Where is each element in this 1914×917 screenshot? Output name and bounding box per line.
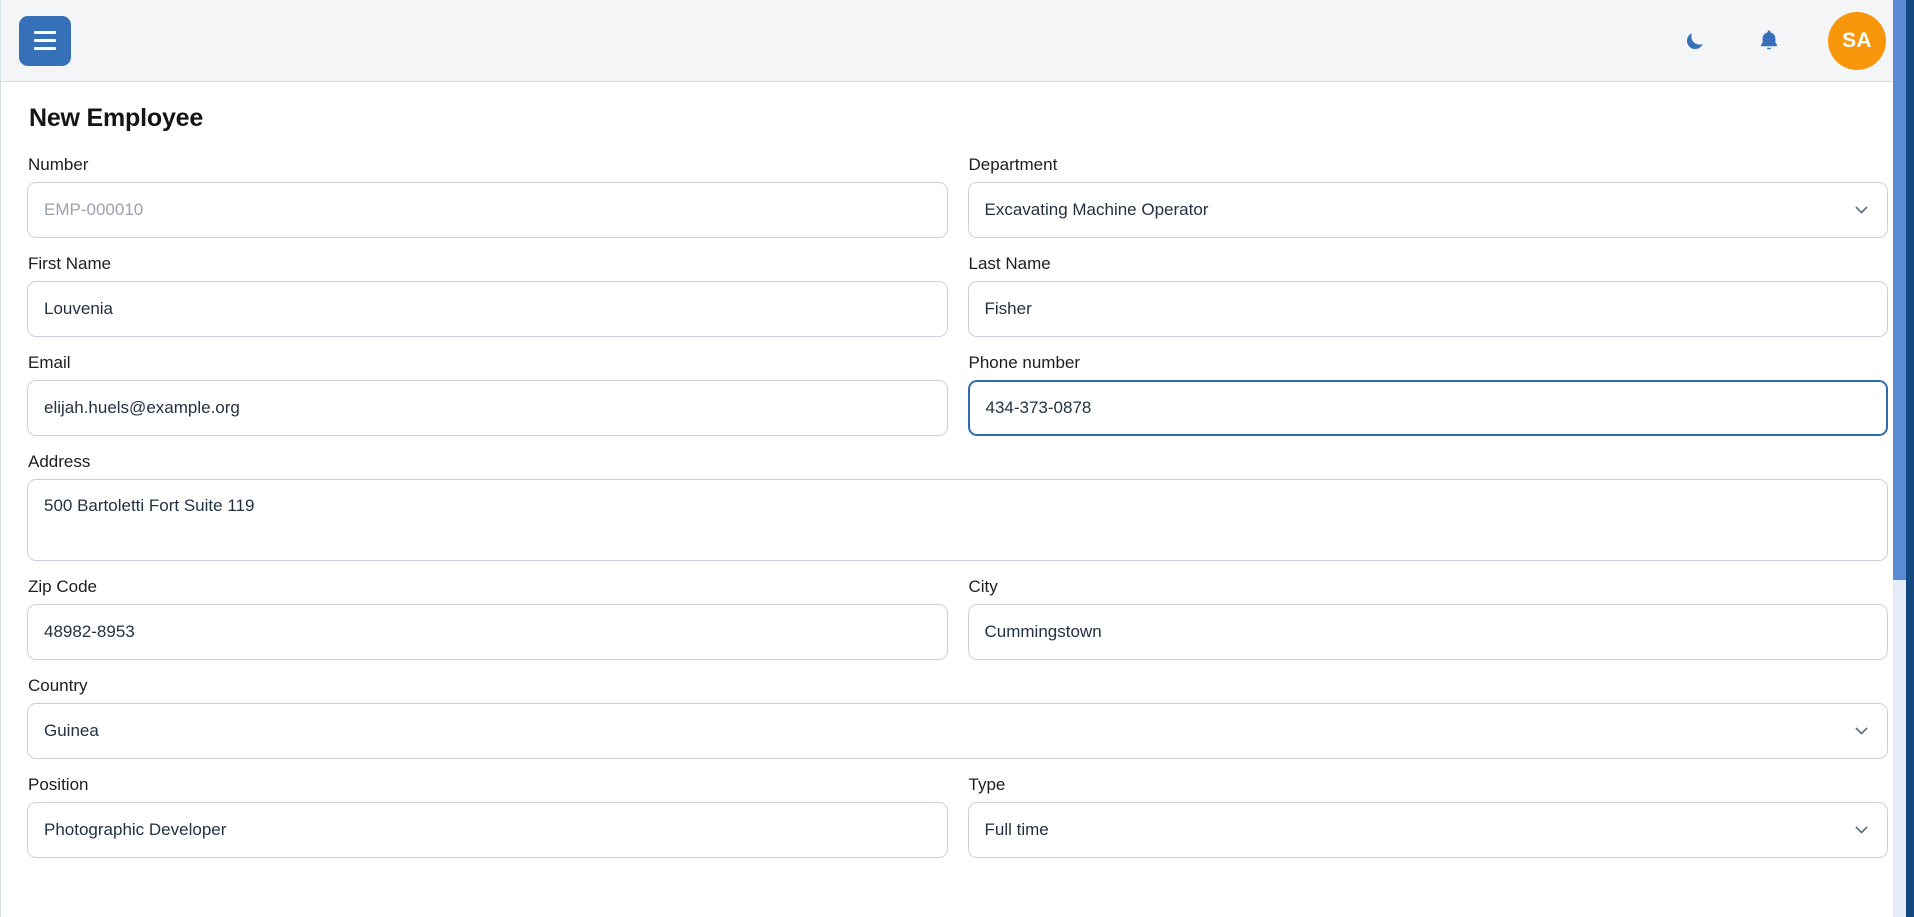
hamburger-menu-button[interactable]	[19, 16, 71, 66]
label-department: Department	[969, 155, 1889, 175]
field-address: Address 500 Bartoletti Fort Suite 119	[27, 452, 1888, 561]
control-wrap-address: 500 Bartoletti Fort Suite 119	[27, 479, 1888, 561]
hamburger-bar	[34, 47, 56, 50]
theme-toggle-button[interactable]	[1680, 26, 1710, 56]
employee-form: Number EMP-000010 Department Excavating Mac…	[27, 155, 1888, 874]
select-country[interactable]: Guinea	[27, 703, 1888, 759]
label-last-name: Last Name	[969, 254, 1889, 274]
label-number: Number	[28, 155, 948, 175]
control-wrap-first-name: Louvenia	[27, 281, 948, 337]
input-number[interactable]: EMP-000010	[27, 182, 948, 238]
field-last-name: Last Name Fisher	[968, 254, 1889, 337]
control-wrap-number: EMP-000010	[27, 182, 948, 238]
field-type: Type Full time	[968, 775, 1889, 858]
window-right-edge	[1906, 0, 1914, 917]
page-content: New Employee Number EMP-000010 Department E…	[1, 82, 1914, 874]
label-phone-number: Phone number	[969, 353, 1889, 373]
field-city: City Cummingstown	[968, 577, 1889, 660]
field-phone-number: Phone number 434-373-0878	[968, 353, 1889, 436]
control-wrap-position: Photographic Developer	[27, 802, 948, 858]
field-position: Position Photographic Developer	[27, 775, 948, 858]
field-zip-code: Zip Code 48982-8953	[27, 577, 948, 660]
input-position[interactable]: Photographic Developer	[27, 802, 948, 858]
control-wrap-type: Full time	[968, 802, 1889, 858]
control-wrap-zip-code: 48982-8953	[27, 604, 948, 660]
page-title: New Employee	[29, 104, 1888, 133]
label-first-name: First Name	[28, 254, 948, 274]
label-country: Country	[28, 676, 1888, 696]
label-zip-code: Zip Code	[28, 577, 948, 597]
select-type[interactable]: Full time	[968, 802, 1889, 858]
avatar-initials: SA	[1842, 29, 1872, 53]
app-window: SA New Employee Number EMP-000010 Departme…	[0, 0, 1914, 917]
input-email[interactable]: elijah.huels@example.org	[27, 380, 948, 436]
control-wrap-department: Excavating Machine Operator	[968, 182, 1889, 238]
control-wrap-phone-number: 434-373-0878	[968, 380, 1889, 436]
select-department[interactable]: Excavating Machine Operator	[968, 182, 1889, 238]
top-bar-actions: SA	[1680, 12, 1886, 70]
hamburger-bar	[34, 39, 56, 42]
label-position: Position	[28, 775, 948, 795]
hamburger-bar	[34, 31, 56, 34]
notifications-button[interactable]	[1754, 26, 1784, 56]
input-phone-number[interactable]: 434-373-0878	[968, 380, 1889, 436]
label-address: Address	[28, 452, 1888, 472]
input-city[interactable]: Cummingstown	[968, 604, 1889, 660]
user-avatar[interactable]: SA	[1828, 12, 1886, 70]
field-country: Country Guinea	[27, 676, 1888, 759]
control-wrap-city: Cummingstown	[968, 604, 1889, 660]
label-city: City	[969, 577, 1889, 597]
vertical-scrollbar-thumb[interactable]	[1893, 0, 1906, 580]
input-zip-code[interactable]: 48982-8953	[27, 604, 948, 660]
field-email: Email elijah.huels@example.org	[27, 353, 948, 436]
control-wrap-email: elijah.huels@example.org	[27, 380, 948, 436]
top-bar: SA	[1, 0, 1914, 82]
vertical-scrollbar-track[interactable]	[1893, 0, 1906, 917]
textarea-address[interactable]: 500 Bartoletti Fort Suite 119	[27, 479, 1888, 561]
field-first-name: First Name Louvenia	[27, 254, 948, 337]
label-email: Email	[28, 353, 948, 373]
field-department: Department Excavating Machine Operator	[968, 155, 1889, 238]
input-first-name[interactable]: Louvenia	[27, 281, 948, 337]
moon-icon	[1684, 30, 1706, 52]
bell-icon	[1758, 29, 1780, 53]
field-number: Number EMP-000010	[27, 155, 948, 238]
control-wrap-country: Guinea	[27, 703, 1888, 759]
control-wrap-last-name: Fisher	[968, 281, 1889, 337]
label-type: Type	[969, 775, 1889, 795]
input-last-name[interactable]: Fisher	[968, 281, 1889, 337]
